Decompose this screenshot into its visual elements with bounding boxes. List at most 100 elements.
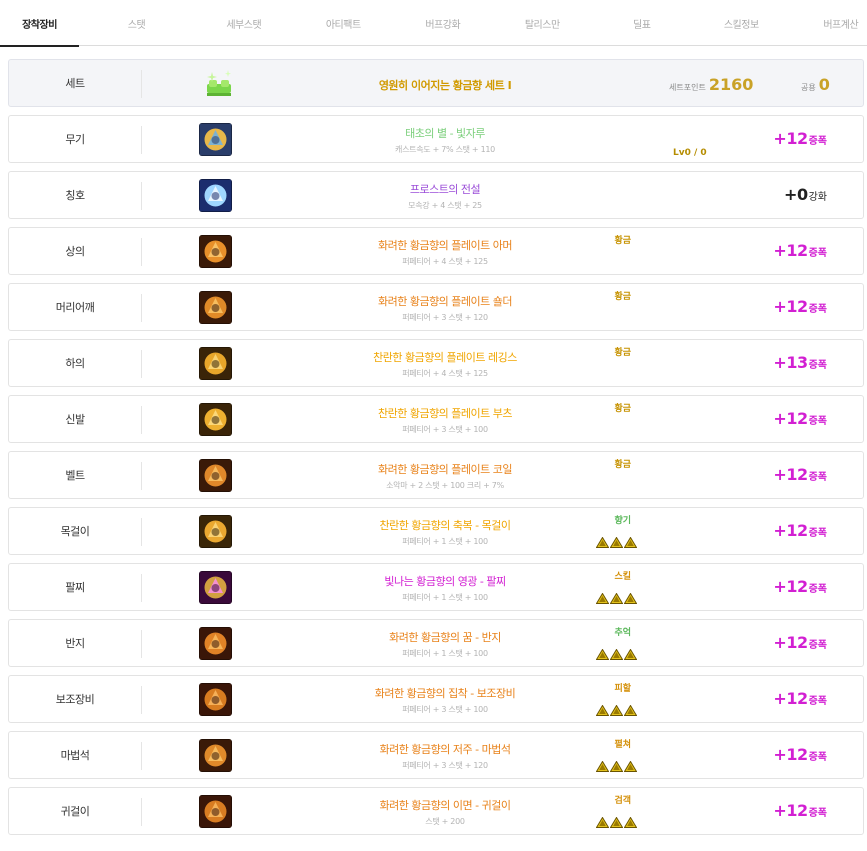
equipment-row[interactable]: 귀걸이 화려한 황금향의 이면 - 귀걸이 스탯 + 200 검객 +12 증폭 bbox=[8, 787, 864, 835]
enhance-number: +12 bbox=[773, 521, 808, 540]
slot-label: 마법석 bbox=[60, 749, 90, 762]
divider bbox=[141, 630, 142, 658]
weapon-icon[interactable] bbox=[199, 123, 232, 156]
equipment-row[interactable]: 머리어깨 화려한 황금향의 플레이트 숄더 퍼페티어 + 3 스탯 + 120 황금 +… bbox=[8, 283, 864, 331]
equipment-row[interactable]: 보조장비 화려한 황금향의 집착 - 보조장비 퍼페티어 + 3 스탯 + 100 피… bbox=[8, 675, 864, 723]
equipment-row[interactable]: 벨트 화려한 황금향의 플레이트 코일소악마 + 2 스탯 + 100 크리 + … bbox=[8, 451, 864, 499]
item-name[interactable]: 화려한 황금향의 집착 - 보조장비 bbox=[239, 685, 651, 701]
divider bbox=[141, 518, 142, 546]
bracelet-icon[interactable] bbox=[199, 571, 232, 604]
enhance-unit: 증폭 bbox=[808, 640, 827, 651]
equipment-row[interactable]: 신발 찬란한 황금향의 플레이트 부츠 퍼페티어 + 3 스탯 + 100 황금 +12… bbox=[8, 395, 864, 443]
enhance-unit: 증폭 bbox=[808, 248, 827, 259]
enhance-unit: 증폭 bbox=[808, 472, 827, 483]
slot-label: 머리어깨 bbox=[55, 301, 95, 314]
set-point-label: 세트포인트 bbox=[669, 83, 706, 92]
enhance-unit: 증폭 bbox=[808, 304, 827, 315]
belt-icon[interactable] bbox=[199, 459, 232, 492]
common-point: 공용 0 bbox=[801, 75, 830, 94]
item-stat: 스탯 + 200 bbox=[425, 817, 465, 826]
enhance-value: +12 증폭 bbox=[773, 241, 827, 260]
divider bbox=[141, 350, 142, 378]
item-stat: 퍼페티어 + 1 스탯 + 100 bbox=[402, 593, 488, 602]
emblem-label: 황금 bbox=[614, 292, 631, 302]
enhance-number: +12 bbox=[773, 745, 808, 764]
earring-icon[interactable] bbox=[199, 795, 232, 828]
enhance-value: +12 증폭 bbox=[773, 577, 827, 596]
item-name[interactable]: 화려한 황금향의 플레이트 숄더 bbox=[239, 293, 651, 309]
subweapon-icon[interactable] bbox=[199, 683, 232, 716]
enhance-value: +12 증폭 bbox=[773, 633, 827, 652]
emblem-triangle-icon bbox=[596, 593, 609, 604]
ring-icon[interactable] bbox=[199, 627, 232, 660]
equipment-row[interactable]: 상의 화려한 황금향의 플레이트 아머 퍼페티어 + 4 스탯 + 125 황금 +12… bbox=[8, 227, 864, 275]
divider bbox=[141, 126, 142, 154]
item-name[interactable]: 태초의 별 - 빛자루 bbox=[239, 125, 651, 141]
equipment-row[interactable]: 무기 태초의 별 - 빛자루 캐스트속도 + 7% 스탯 + 110 Lv0 / 0 +… bbox=[8, 115, 864, 163]
equipment-row[interactable]: 하의 찬란한 황금향의 플레이트 레깅스 퍼페티어 + 4 스탯 + 125 황금 +1… bbox=[8, 339, 864, 387]
shoulder-icon[interactable] bbox=[199, 291, 232, 324]
item-name[interactable]: 화려한 황금향의 플레이트 코일 bbox=[239, 461, 651, 477]
item-stat: 퍼페티어 + 1 스탯 + 100 bbox=[402, 537, 488, 546]
equipment-row[interactable]: 칭호 프로스트의 전설 모속강 + 4 스탯 + 25 +0 강화 bbox=[8, 171, 864, 219]
emblem-label: 황금 bbox=[614, 460, 631, 470]
tab-8[interactable]: 버프계산 bbox=[791, 0, 867, 46]
emblem-triangle-icon bbox=[610, 593, 623, 604]
leggings-icon[interactable] bbox=[199, 347, 232, 380]
item-name[interactable]: 찬란한 황금향의 축복 - 목걸이 bbox=[239, 517, 651, 533]
enhance-value: +12 증폭 bbox=[773, 521, 827, 540]
equipment-row[interactable]: 팔찌 빛나는 황금향의 영광 - 팔찌퍼페티어 + 1 스탯 + 100 스킬 +12… bbox=[8, 563, 864, 611]
armor-icon[interactable] bbox=[199, 235, 232, 268]
enhance-number: +12 bbox=[773, 129, 808, 148]
enhance-unit: 증폭 bbox=[808, 808, 827, 819]
item-name[interactable]: 프로스트의 전설 bbox=[239, 181, 651, 197]
item-name[interactable]: 화려한 황금향의 저주 - 마법석 bbox=[239, 741, 651, 757]
slot-label: 하의 bbox=[65, 357, 85, 370]
tab-2[interactable]: 세부스탯 bbox=[194, 0, 294, 46]
enhance-value: +12 증폭 bbox=[773, 129, 827, 148]
item-stat: 퍼페티어 + 3 스탯 + 100 bbox=[402, 705, 488, 714]
equipment-row[interactable]: 반지 화려한 황금향의 꿈 - 반지 퍼페티어 + 1 스탯 + 100 추억 +12 증… bbox=[8, 619, 864, 667]
item-name[interactable]: 찬란한 황금향의 플레이트 레깅스 bbox=[239, 349, 651, 365]
item-name[interactable]: 화려한 황금향의 이면 - 귀걸이 bbox=[239, 797, 651, 813]
enhance-value: +12 증폭 bbox=[773, 801, 827, 820]
tab-4[interactable]: 버프강화 bbox=[393, 0, 493, 46]
boots-icon[interactable] bbox=[199, 403, 232, 436]
enhance-number: +12 bbox=[773, 465, 808, 484]
emblem-triangle-icon bbox=[610, 537, 623, 548]
item-name[interactable]: 화려한 황금향의 플레이트 아머 bbox=[239, 237, 651, 253]
tab-6[interactable]: 딜표 bbox=[592, 0, 692, 46]
slot-label: 팔찌 bbox=[65, 581, 85, 594]
slot-label: 반지 bbox=[65, 637, 85, 650]
necklace-icon[interactable] bbox=[199, 515, 232, 548]
tab-5[interactable]: 탈리스만 bbox=[493, 0, 593, 46]
title-icon[interactable] bbox=[199, 179, 232, 212]
slot-label: 벨트 bbox=[65, 469, 85, 482]
emblem-triangle-icon bbox=[596, 537, 609, 548]
divider bbox=[141, 238, 142, 266]
item-stat: 캐스트속도 + 7% 스탯 + 110 bbox=[395, 145, 495, 154]
item-name[interactable]: 빛나는 황금향의 영광 - 팔찌 bbox=[239, 573, 651, 589]
item-name[interactable]: 화려한 황금향의 꿈 - 반지 bbox=[239, 629, 651, 645]
emblem-triangle-icon bbox=[610, 761, 623, 772]
enhance-value: +12 증폭 bbox=[773, 465, 827, 484]
tab-1[interactable]: 스탯 bbox=[79, 0, 194, 46]
tab-3[interactable]: 아티팩트 bbox=[294, 0, 394, 46]
emblem-label: 스킬 bbox=[614, 572, 631, 582]
emblem-slots bbox=[596, 649, 638, 660]
common-label: 공용 bbox=[801, 83, 816, 92]
emblem-label: 황금 bbox=[614, 404, 631, 414]
set-icon bbox=[203, 68, 235, 100]
enhance-number: +0 bbox=[784, 185, 808, 204]
tab-7[interactable]: 스킬정보 bbox=[692, 0, 792, 46]
emblem-label: 향기 bbox=[614, 516, 631, 526]
enhance-number: +12 bbox=[773, 409, 808, 428]
item-stat: 소악마 + 2 스탯 + 100 크리 + 7% bbox=[386, 481, 504, 490]
equipment-row[interactable]: 마법석 화려한 황금향의 저주 - 마법석 퍼페티어 + 3 스탯 + 120 펼쳐 +… bbox=[8, 731, 864, 779]
item-name[interactable]: 찬란한 황금향의 플레이트 부츠 bbox=[239, 405, 651, 421]
emblem-label: 검객 bbox=[614, 796, 631, 806]
tab-0[interactable]: 장착장비 bbox=[0, 0, 79, 47]
equipment-row[interactable]: 목걸이 찬란한 황금향의 축복 - 목걸이 퍼페티어 + 1 스탯 + 100 향기 +… bbox=[8, 507, 864, 555]
item-stat: 퍼페티어 + 3 스탯 + 100 bbox=[402, 425, 488, 434]
magicstone-icon[interactable] bbox=[199, 739, 232, 772]
